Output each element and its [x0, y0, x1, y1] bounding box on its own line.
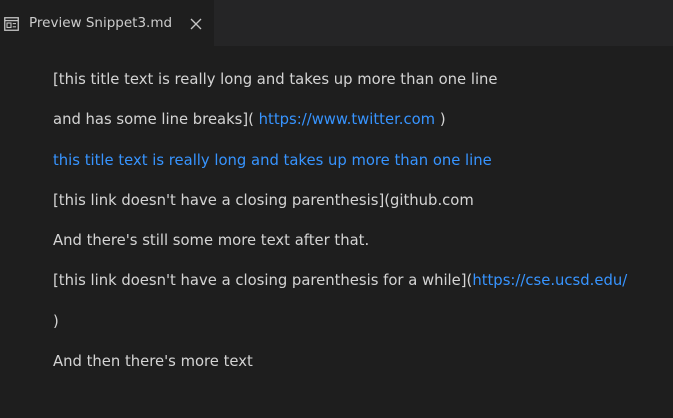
preview-line-2-text: and has some line breaks](	[53, 111, 254, 129]
preview-line-5: And there's still some more text after t…	[53, 232, 370, 250]
ucsd-link[interactable]: https://cse.ucsd.edu/	[472, 272, 627, 289]
preview-line-8: And then there's more text	[53, 353, 253, 371]
preview-line-6-text: [this link doesn't have a closing parent…	[53, 272, 473, 290]
title-link[interactable]: this title text is really long and takes…	[53, 152, 492, 169]
tab-label: Preview Snippet3.md	[29, 15, 173, 31]
preview-line-2-after: )	[439, 111, 446, 129]
twitter-link[interactable]: https://www.twitter.com	[259, 111, 435, 128]
tab-bar: Preview Snippet3.md	[0, 0, 673, 46]
preview-icon	[4, 16, 19, 31]
close-icon[interactable]	[189, 16, 203, 30]
markdown-preview: [this title text is really long and take…	[53, 60, 663, 382]
preview-line-2: and has some line breaks]( https://www.t…	[53, 100, 663, 140]
tab-preview-snippet3[interactable]: Preview Snippet3.md	[0, 0, 214, 46]
preview-line-3: this title text is really long and takes…	[53, 141, 663, 181]
preview-line-1: [this title text is really long and take…	[53, 71, 498, 88]
preview-line-7: )	[53, 312, 59, 330]
preview-line-4: [this link doesn't have a closing parent…	[53, 191, 474, 209]
preview-line-6: [this link doesn't have a closing parent…	[53, 261, 663, 301]
